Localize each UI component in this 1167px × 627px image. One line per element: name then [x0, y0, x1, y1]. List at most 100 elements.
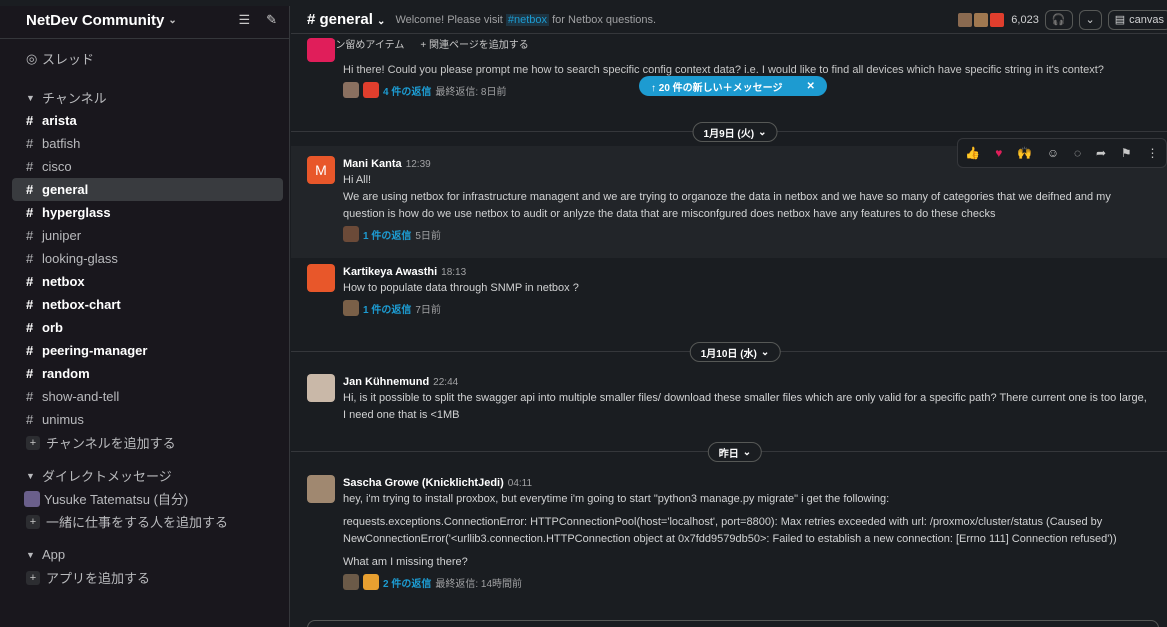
date-label: 1月9日 (火)	[703, 128, 755, 140]
dm-section-header[interactable]: ▼ ダイレクトメッセージ	[0, 464, 289, 487]
hash-icon: #	[26, 389, 34, 404]
new-messages-banner[interactable]: ↑ 20 件の新しい＋メッセージ ✕	[639, 76, 827, 96]
sidebar-item-netbox-chart[interactable]: # netbox-chart	[0, 293, 289, 316]
hash-icon: #	[26, 205, 34, 220]
workspace-name[interactable]: NetDev Community ⌄	[26, 12, 177, 29]
topic-text: for Netbox questions.	[552, 13, 657, 26]
hash-icon: #	[26, 228, 34, 243]
reply-avatar	[343, 226, 359, 242]
sidebar-item-unimus[interactable]: # unimus	[0, 408, 289, 431]
author-name[interactable]: Jan Kühnemund	[343, 376, 429, 388]
reply-count[interactable]: 1 件の返信	[363, 301, 411, 316]
sidebar-item-batfish[interactable]: # batfish	[0, 132, 289, 155]
huddle-button[interactable]: 🎧	[1044, 9, 1073, 30]
reply-avatar	[363, 82, 379, 98]
dm-user-label: Yusuke Tatematsu (自分)	[44, 492, 189, 507]
date-pill[interactable]: 1月10日 (水) ⌄	[689, 342, 781, 362]
topic-channel-link[interactable]: #netbox	[505, 13, 550, 26]
add-teammate-label: 一緒に仕事をする人を追加する	[46, 515, 229, 530]
thread-replies[interactable]: 1 件の返信 7日前	[343, 300, 1147, 316]
hash-icon: #	[26, 412, 34, 427]
topic-text: Welcome! Please visit	[395, 13, 503, 26]
sidebar-item-peering-manager[interactable]: # peering-manager	[0, 339, 289, 362]
plus-icon: +	[26, 514, 40, 529]
channels-section-header[interactable]: ▼ チャンネル	[0, 86, 289, 109]
sidebar-item-label: arista	[42, 113, 77, 128]
author-name[interactable]: Sascha Growe (KnicklichtJedi)	[343, 477, 504, 489]
sidebar-item-label: juniper	[42, 228, 82, 243]
sidebar-item-netbox[interactable]: # netbox	[0, 270, 289, 293]
hash-icon: #	[26, 113, 34, 128]
workspace-header[interactable]: NetDev Community ⌄ ☰ ✎	[0, 6, 289, 34]
add-channel-button[interactable]: + チャンネルを追加する	[0, 431, 289, 454]
add-app-button[interactable]: + アプリを追加する	[0, 566, 289, 589]
channel-view: # general ⌄ Welcome! Please visit #netbo…	[291, 6, 1167, 627]
sidebar-item-label: cisco	[42, 159, 72, 174]
huddle-options-button[interactable]: ⌄	[1078, 9, 1102, 30]
channel-list: # arista # batfish # cisco # general # hyperglass…	[0, 109, 289, 431]
message-time[interactable]: 22:44	[433, 377, 458, 388]
sidebar-item-cisco[interactable]: # cisco	[0, 155, 289, 178]
sidebar-item-show-and-tell[interactable]: # show-and-tell	[0, 385, 289, 408]
compose-icon[interactable]: ✎	[266, 12, 277, 28]
thread-replies[interactable]: 1 件の返信 5日前	[343, 226, 1147, 242]
chevron-down-icon: ⌄	[168, 14, 177, 26]
message-time[interactable]: 12:39	[406, 159, 431, 170]
filter-icon[interactable]: ☰	[238, 12, 250, 28]
chevron-down-icon: ⌄	[760, 346, 770, 358]
member-facepile[interactable]	[957, 11, 1006, 28]
sidebar-item-label: show-and-tell	[42, 389, 120, 404]
thread-replies[interactable]: 2 件の返信 最終返信: 14時間前	[343, 574, 1147, 590]
sidebar-item-juniper[interactable]: # juniper	[0, 224, 289, 247]
workspace-name-text: NetDev Community	[26, 11, 165, 29]
section-label: チャンネル	[42, 91, 107, 106]
add-teammate-button[interactable]: + 一緒に仕事をする人を追加する	[0, 510, 289, 533]
sidebar-item-threads[interactable]: ◎ スレッド	[0, 47, 289, 70]
channel-header: # general ⌄ Welcome! Please visit #netbo…	[291, 6, 1167, 34]
message-text: hey, i'm trying to install proxbox, but …	[343, 493, 890, 505]
sidebar-item-hyperglass[interactable]: # hyperglass	[0, 201, 289, 224]
section-label: ダイレクトメッセージ	[42, 469, 172, 484]
slack-app: NetDev Community ⌄ ☰ ✎ ◎ スレッド ▼ チャンネル # arist…	[0, 0, 1167, 627]
plus-icon: +	[26, 570, 40, 585]
sidebar-item-random[interactable]: # random	[0, 362, 289, 385]
add-bookmark-button[interactable]: + 関連ページを追加する	[420, 36, 528, 51]
canvas-label: canvas	[1129, 13, 1164, 26]
close-icon[interactable]: ✕	[806, 81, 814, 92]
author-name[interactable]: Mani Kanta	[343, 158, 402, 170]
reply-avatar	[363, 574, 379, 590]
reply-count[interactable]: 2 件の返信	[383, 575, 431, 590]
sidebar-item-arista[interactable]: # arista	[0, 109, 289, 132]
date-pill[interactable]: 昨日 ⌄	[707, 442, 763, 462]
dm-item-self[interactable]: Yusuke Tatematsu (自分)	[0, 487, 289, 510]
hash-icon: #	[26, 159, 34, 174]
canvas-button[interactable]: ▤ canvas	[1107, 9, 1167, 30]
chevron-down-icon: ⌄	[742, 446, 752, 458]
sidebar-item-label: general	[42, 182, 89, 197]
message-time[interactable]: 04:11	[508, 478, 532, 489]
member-avatar	[989, 11, 1006, 28]
channel-name[interactable]: # general ⌄	[307, 11, 385, 28]
reply-time: 5日前	[415, 230, 441, 242]
sidebar-item-label: netbox-chart	[42, 297, 121, 312]
message-time[interactable]: 18:13	[441, 267, 466, 278]
reply-count[interactable]: 4 件の返信	[383, 83, 431, 98]
caret-down-icon: ▼	[26, 549, 35, 560]
sidebar-item-orb[interactable]: # orb	[0, 316, 289, 339]
date-pill[interactable]: 1月9日 (火) ⌄	[692, 122, 778, 142]
member-count[interactable]: 6,023	[1011, 14, 1039, 26]
more-actions-icon[interactable]: ⋮	[1146, 146, 1158, 160]
reply-avatar	[343, 300, 359, 316]
hash-icon: #	[26, 182, 34, 197]
message-text: How to populate data through SNMP in net…	[343, 282, 579, 294]
message-text: requests.exceptions.ConnectionError: HTT…	[343, 516, 1117, 545]
chevron-down-icon: ⌄	[1085, 14, 1095, 26]
reply-count[interactable]: 1 件の返信	[363, 227, 411, 242]
author-name[interactable]: Kartikeya Awasthi	[343, 266, 437, 278]
date-label: 昨日	[718, 448, 739, 460]
message-composer[interactable]	[307, 620, 1159, 627]
sidebar-item-general[interactable]: # general	[12, 178, 283, 201]
hash-icon: #	[26, 136, 34, 151]
app-section-header[interactable]: ▼ App	[0, 543, 289, 566]
sidebar-item-looking-glass[interactable]: # looking-glass	[0, 247, 289, 270]
